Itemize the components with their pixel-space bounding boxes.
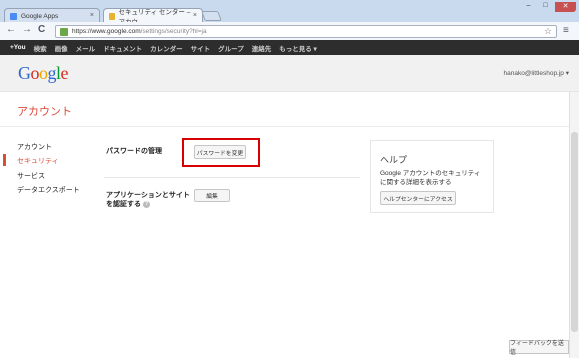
tab-security-center[interactable]: セキュリティ センター – アカウ… × [103, 8, 203, 26]
google-favicon-icon [10, 12, 17, 20]
active-indicator [3, 154, 6, 166]
tab-google-apps[interactable]: Google Apps × [4, 8, 100, 23]
window-close-button[interactable]: ✕ [555, 2, 576, 12]
change-password-button[interactable]: パスワードを変更 [194, 145, 246, 159]
google-header: Google hanako@littleshop.jp ▾ [0, 55, 579, 92]
google-bar: +You 検索 画像 メール ドキュメント カレンダー サイト グループ 連絡先… [0, 40, 579, 55]
secure-lock-icon [60, 28, 68, 36]
url-host: https://www.google.com [72, 28, 141, 35]
maximize-button[interactable]: □ [537, 2, 554, 12]
gbar-item-search[interactable]: 検索 [34, 43, 47, 53]
sidebar-item-services[interactable]: サービス [17, 171, 45, 181]
title-bar: アカウント [0, 92, 569, 127]
sidebar-item-account[interactable]: アカウント [17, 142, 52, 152]
bookmark-star-icon[interactable]: ☆ [544, 26, 552, 37]
reload-icon[interactable]: C [38, 24, 45, 35]
help-description: Google アカウントのセキュリティ に関する詳細を表示する [380, 170, 481, 186]
section-divider [104, 177, 360, 178]
address-bar[interactable]: https://www.google.com/settings/security… [55, 25, 557, 38]
gbar-item-plus-you[interactable]: +You [10, 44, 26, 51]
wrench-menu-icon[interactable]: ≡ [563, 25, 569, 36]
page-title: アカウント [17, 106, 72, 118]
back-arrow-icon[interactable]: ← [6, 24, 16, 35]
password-management-label: パスワードの管理 [106, 148, 162, 155]
scrollbar-thumb[interactable] [571, 132, 578, 332]
help-panel: ヘルプ Google アカウントのセキュリティ に関する詳細を表示する ヘルプセ… [370, 140, 494, 213]
page-scrollbar[interactable] [569, 92, 579, 358]
browser-chrome: Google Apps × セキュリティ センター – アカウ… × – □ ✕… [0, 0, 579, 40]
gbar-item-mail[interactable]: メール [76, 43, 96, 53]
authorize-apps-label: アプリケーションとサイト を認証する? [106, 191, 190, 209]
gbar-item-groups[interactable]: グループ [218, 43, 244, 53]
forward-arrow-icon[interactable]: → [22, 24, 32, 35]
send-feedback-button[interactable]: フィードバックを送信 [509, 340, 569, 356]
sidebar-item-data-export[interactable]: データエクスポート [17, 185, 80, 195]
google-favicon-icon [109, 12, 115, 20]
edit-button[interactable]: 編集 [194, 189, 230, 202]
sidebar-item-security[interactable]: セキュリティ [17, 156, 59, 166]
help-center-button[interactable]: ヘルプセンターにアクセス [380, 191, 456, 205]
tab-close-icon[interactable]: × [193, 12, 197, 19]
tab-close-icon[interactable]: × [90, 12, 94, 19]
google-logo[interactable]: Google [18, 63, 68, 84]
gbar-item-sites[interactable]: サイト [191, 43, 211, 53]
tab-strip: Google Apps × セキュリティ センター – アカウ… × – □ ✕ [0, 0, 579, 26]
help-question-icon[interactable]: ? [143, 200, 150, 208]
gbar-item-images[interactable]: 画像 [55, 43, 68, 53]
gbar-item-documents[interactable]: ドキュメント [103, 43, 142, 53]
gbar-item-contacts[interactable]: 連絡先 [252, 43, 272, 53]
tab-label: Google Apps [21, 12, 59, 20]
gbar-item-calendar[interactable]: カレンダー [150, 43, 183, 53]
authorize-apps-line2: を認証する [106, 201, 141, 208]
browser-toolbar: ← → C https://www.google.com/settings/se… [0, 22, 579, 40]
url-path: /settings/security?hl=ja [140, 28, 207, 35]
gbar-item-more[interactable]: もっと見る ▾ [279, 43, 317, 53]
account-email-menu[interactable]: hanako@littleshop.jp ▾ [503, 69, 569, 77]
help-title: ヘルプ [380, 155, 408, 165]
minimize-button[interactable]: – [520, 2, 537, 12]
authorize-apps-line1: アプリケーションとサイト [106, 192, 190, 199]
new-tab-button[interactable] [201, 11, 222, 21]
